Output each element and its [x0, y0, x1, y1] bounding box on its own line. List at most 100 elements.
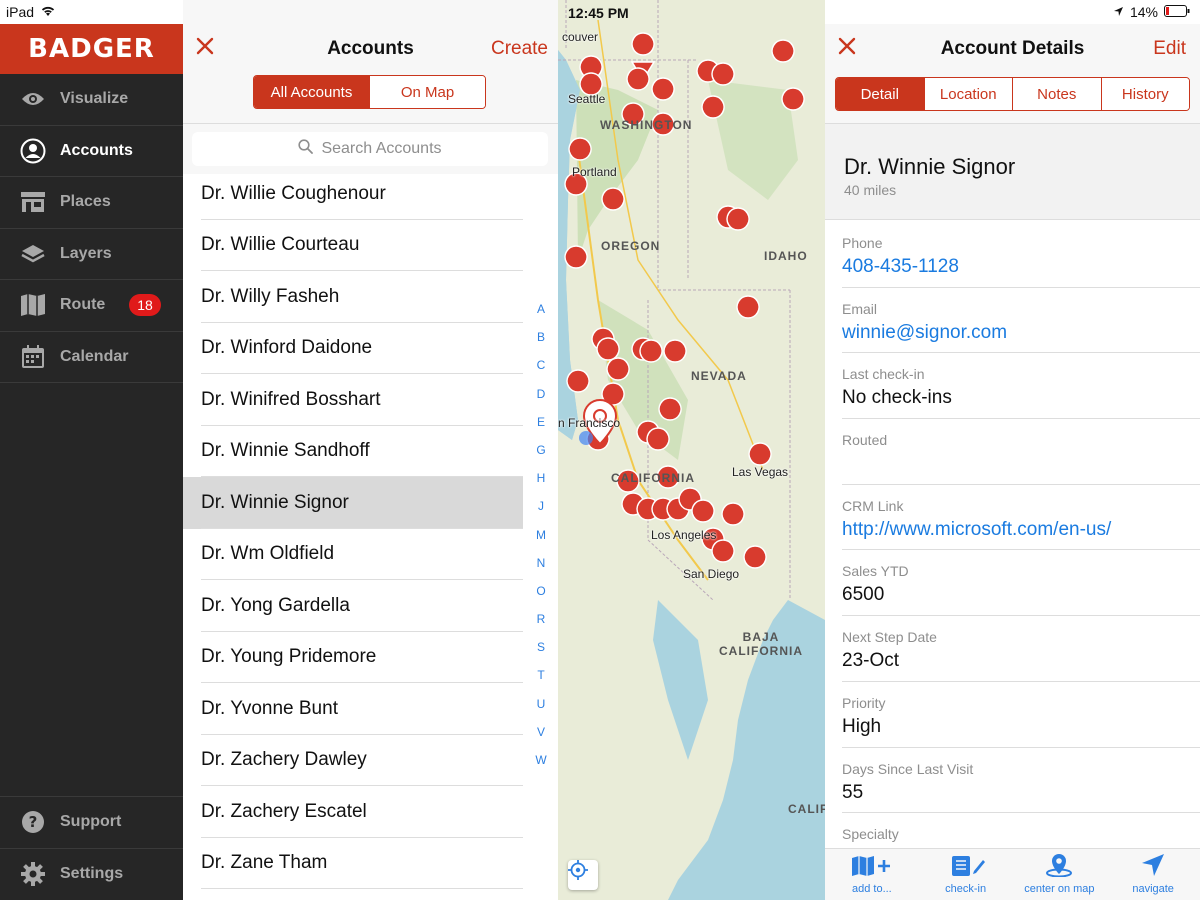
list-item[interactable]: Dr. Zane Tham [183, 838, 523, 890]
field-phone: Phone 408-435-1128 [825, 222, 1200, 288]
sidebar-item-places[interactable]: Places [0, 177, 183, 229]
check-in-button[interactable]: check-in [919, 849, 1013, 900]
index-letter[interactable]: U [531, 697, 551, 725]
index-letter[interactable]: R [531, 612, 551, 640]
sidebar-item-label: Support [60, 813, 122, 831]
sidebar-item-label: Visualize [60, 90, 129, 108]
tab-on-map[interactable]: On Map [369, 76, 485, 108]
list-item[interactable]: Dr. Wm Oldfield [183, 529, 523, 581]
status-bar-right: 14% [825, 0, 1200, 24]
field-label: Routed [842, 432, 888, 449]
sidebar-item-settings[interactable]: Settings [0, 847, 183, 900]
sidebar-item-label: Calendar [60, 347, 129, 365]
store-icon [20, 189, 46, 215]
index-letter[interactable]: S [531, 640, 551, 668]
tab-notes[interactable]: Notes [1012, 78, 1101, 110]
field-label: Email [842, 300, 878, 317]
index-letter[interactable]: T [531, 668, 551, 696]
index-letter[interactable]: V [531, 725, 551, 753]
center-on-map-button[interactable]: center on map [1013, 849, 1107, 900]
search-bar: Search Accounts [183, 124, 558, 174]
map-region-label: CALIF [788, 802, 825, 816]
index-letter[interactable]: E [531, 415, 551, 443]
tab-detail[interactable]: Detail [836, 78, 924, 110]
map-region-label: WASHINGTON [600, 118, 693, 132]
index-letter[interactable]: C [531, 358, 551, 386]
sidebar-item-layers[interactable]: Layers [0, 229, 183, 280]
list-item[interactable]: Dr. Zachery Escatel [183, 786, 523, 838]
sidebar-item-route[interactable]: Route 18 [0, 280, 183, 332]
svg-text:?: ? [29, 813, 38, 831]
tab-all-accounts[interactable]: All Accounts [254, 76, 369, 108]
tool-label: navigate [1132, 883, 1174, 895]
email-link[interactable]: winnie@signor.com [842, 322, 1200, 344]
index-letter[interactable]: B [531, 330, 551, 358]
index-letter[interactable]: J [531, 499, 551, 527]
field-label: Phone [842, 235, 883, 251]
accounts-list: Dr. Willie Coughenour Dr. Willie Courtea… [183, 142, 523, 889]
locate-me-button[interactable] [568, 860, 598, 890]
phone-link[interactable]: 408-435-1128 [842, 256, 1200, 278]
navigate-arrow-icon [1140, 853, 1166, 883]
brand-logo[interactable]: BADGER [0, 24, 183, 74]
sidebar-item-visualize[interactable]: Visualize [0, 74, 183, 126]
list-item[interactable]: Dr. Young Pridemore [183, 632, 523, 684]
list-item[interactable]: Dr. Winford Daidone [183, 323, 523, 375]
index-letter[interactable]: G [531, 443, 551, 471]
map-city-label: Las Vegas [732, 465, 789, 479]
field-days-since-last-visit: Days Since Last Visit 55 [825, 748, 1200, 814]
tab-history[interactable]: History [1100, 78, 1189, 110]
map-view[interactable]: 12:45 PM couver Seattle WASHINGTON Portl… [558, 0, 825, 900]
search-input[interactable]: Search Accounts [192, 132, 548, 166]
list-item[interactable]: Dr. Willie Courteau [183, 220, 523, 272]
field-value: 23-Oct [842, 650, 900, 672]
sidebar-nav: Visualize Accounts Places Layers Route 1… [0, 74, 183, 383]
index-letter[interactable]: H [531, 471, 551, 499]
sidebar-item-calendar[interactable]: Calendar [0, 332, 183, 383]
calendar-icon [20, 344, 46, 370]
list-item-selected[interactable]: Dr. Winnie Signor [183, 477, 523, 529]
map-region-label: BAJA CALIFORNIA [719, 630, 803, 658]
sidebar: iPad BADGER Visualize Accounts Places La… [0, 0, 183, 900]
index-letter[interactable]: M [531, 528, 551, 556]
field-sales-ytd: Sales YTD 6500 [825, 550, 1200, 616]
field-routed: Routed [825, 419, 1200, 485]
index-letter[interactable]: N [531, 556, 551, 584]
list-item[interactable]: Dr. Yong Gardella [183, 580, 523, 632]
map-add-icon [850, 855, 894, 883]
sidebar-item-support[interactable]: ? Support [0, 796, 183, 848]
map-city-label: Los Angeles [651, 528, 717, 542]
tab-location[interactable]: Location [923, 78, 1012, 110]
map-city-label: n Francisco [558, 416, 621, 430]
battery-icon [1164, 4, 1190, 20]
navigate-button[interactable]: navigate [1106, 849, 1200, 900]
field-next-step-date: Next Step Date 23-Oct [825, 616, 1200, 682]
map-region-label: CALIFORNIA [611, 471, 695, 485]
index-letter[interactable]: A [531, 302, 551, 330]
list-item[interactable]: Dr. Winnie Sandhoff [183, 426, 523, 478]
tool-label: check-in [945, 883, 987, 895]
list-item[interactable]: Dr. Willie Coughenour [183, 168, 523, 220]
index-letter[interactable]: W [531, 753, 551, 781]
list-item[interactable]: Dr. Yvonne Bunt [183, 683, 523, 735]
add-to-button[interactable]: add to... [825, 849, 919, 900]
battery-percent: 14% [1129, 4, 1158, 20]
map-city-label: Portland [572, 165, 617, 179]
map-city-label: Seattle [568, 92, 606, 106]
index-letter[interactable]: O [531, 584, 551, 612]
sidebar-item-label: Layers [60, 244, 112, 262]
create-button[interactable]: Create [491, 38, 548, 60]
sidebar-item-accounts[interactable]: Accounts [0, 126, 183, 177]
field-value: 6500 [842, 584, 885, 606]
list-item[interactable]: Dr. Willy Fasheh [183, 271, 523, 323]
accounts-view-toggle: All Accounts On Map [253, 75, 486, 109]
field-email: Email winnie@signor.com [825, 288, 1200, 354]
list-item[interactable]: Dr. Zachery Dawley [183, 735, 523, 787]
list-item[interactable]: Dr. Winifred Bosshart [183, 374, 523, 426]
crm-link[interactable]: http://www.microsoft.com/en-us/ [842, 519, 1200, 541]
edit-button[interactable]: Edit [1153, 38, 1186, 60]
alphabet-index[interactable]: A B C D E G H J M N O R S T U V W [531, 302, 551, 781]
index-letter[interactable]: D [531, 387, 551, 415]
accounts-panel: Accounts Create All Accounts On Map Dr. … [183, 0, 558, 900]
field-label: Next Step Date [842, 629, 937, 646]
